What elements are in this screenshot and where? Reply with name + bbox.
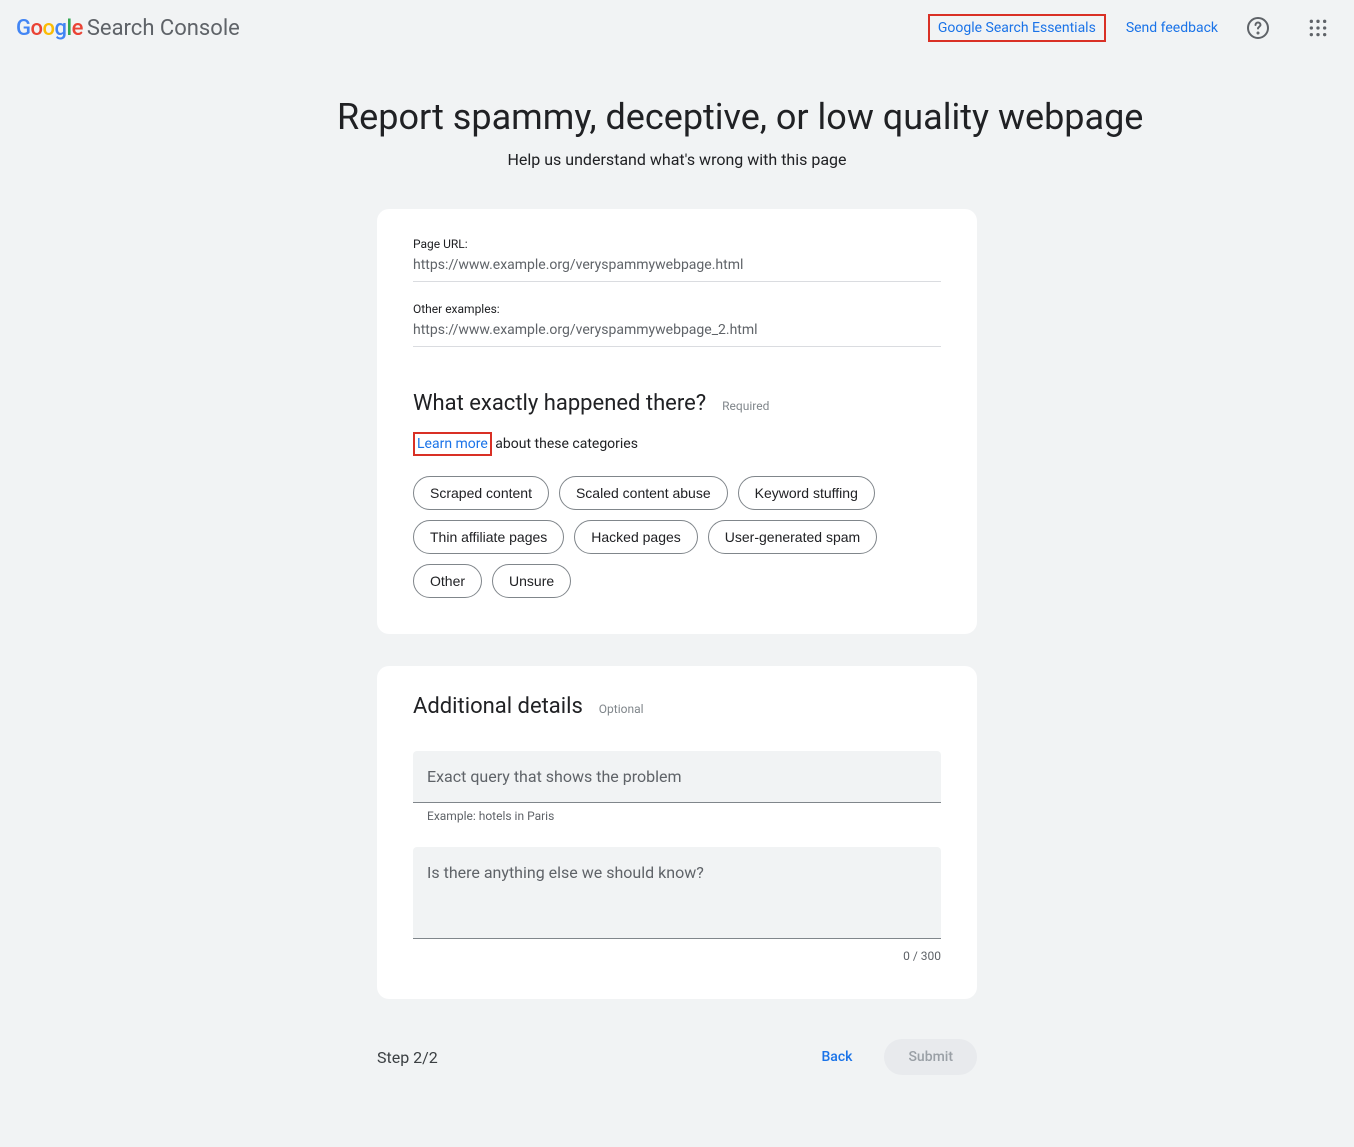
search-essentials-link[interactable]: Google Search Essentials [928, 14, 1106, 42]
action-buttons: Back Submit [805, 1039, 977, 1075]
page-url-label: Page URL: [413, 237, 941, 251]
chip-thin-affiliate-pages[interactable]: Thin affiliate pages [413, 520, 564, 554]
send-feedback-link[interactable]: Send feedback [1126, 20, 1218, 36]
header-actions: Google Search Essentials Send feedback [928, 8, 1338, 48]
footer-actions: Step 2/2 Back Submit [377, 1031, 977, 1083]
logo[interactable]: Google Search Console [16, 16, 240, 41]
page-title: Report spammy, deceptive, or low quality… [337, 96, 1017, 138]
learn-more-row: Learn more about these categories [413, 436, 941, 452]
other-examples-label: Other examples: [413, 302, 941, 316]
details-card: Additional details Optional Example: hot… [377, 666, 977, 999]
chip-other[interactable]: Other [413, 564, 482, 598]
char-count: 0 / 300 [413, 949, 941, 963]
category-section-header: What exactly happened there? Required [413, 391, 941, 424]
category-title: What exactly happened there? [413, 391, 706, 416]
app-header: Google Search Console Google Search Esse… [0, 0, 1354, 56]
required-badge: Required [722, 399, 769, 413]
google-logo: Google [16, 16, 83, 41]
details-section-header: Additional details Optional [413, 694, 941, 727]
chip-scaled-content-abuse[interactable]: Scaled content abuse [559, 476, 728, 510]
other-examples-field: Other examples: https://www.example.org/… [413, 302, 941, 347]
product-name: Search Console [87, 16, 240, 41]
main-content: Report spammy, deceptive, or low quality… [317, 56, 1037, 1123]
learn-more-suffix: about these categories [492, 436, 638, 452]
chip-keyword-stuffing[interactable]: Keyword stuffing [738, 476, 875, 510]
chip-hacked-pages[interactable]: Hacked pages [574, 520, 698, 554]
page-url-value: https://www.example.org/veryspammywebpag… [413, 257, 941, 282]
other-examples-value: https://www.example.org/veryspammywebpag… [413, 322, 941, 347]
optional-badge: Optional [599, 702, 644, 716]
page-url-field: Page URL: https://www.example.org/verysp… [413, 237, 941, 282]
back-button[interactable]: Back [805, 1039, 868, 1075]
comment-textarea[interactable] [413, 847, 941, 939]
category-chips: Scraped content Scaled content abuse Key… [413, 476, 941, 598]
apps-icon[interactable] [1298, 8, 1338, 48]
step-indicator: Step 2/2 [377, 1048, 438, 1067]
page-subtitle: Help us understand what's wrong with thi… [337, 150, 1017, 169]
chip-unsure[interactable]: Unsure [492, 564, 571, 598]
submit-button[interactable]: Submit [884, 1039, 977, 1075]
chip-user-generated-spam[interactable]: User-generated spam [708, 520, 877, 554]
query-hint: Example: hotels in Paris [427, 809, 941, 823]
report-card: Page URL: https://www.example.org/verysp… [377, 209, 977, 634]
details-title: Additional details [413, 694, 583, 719]
query-input[interactable] [413, 751, 941, 803]
help-icon[interactable] [1238, 8, 1278, 48]
chip-scraped-content[interactable]: Scraped content [413, 476, 549, 510]
learn-more-link[interactable]: Learn more [413, 432, 492, 456]
